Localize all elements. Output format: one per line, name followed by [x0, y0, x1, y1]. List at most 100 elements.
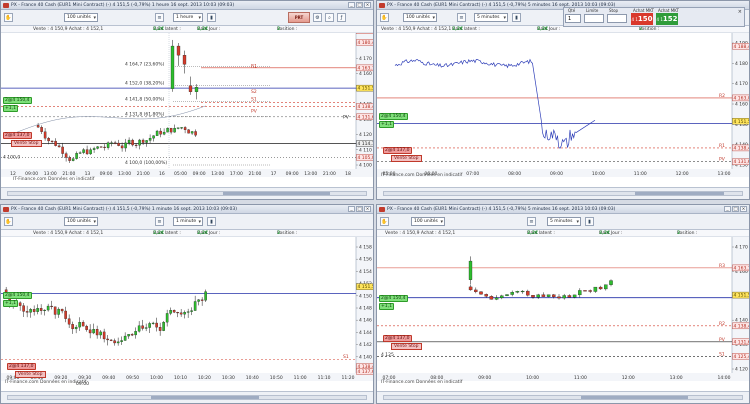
chart-type-icon[interactable]: ▮	[207, 13, 216, 22]
chart-footer	[1, 187, 373, 199]
y-tick-label: 4 142	[359, 342, 372, 348]
pivot-marker: R1	[719, 143, 725, 149]
horizontal-scrollbar[interactable]	[7, 191, 367, 196]
candle	[46, 305, 50, 311]
last-price-tag: 4 151,5	[358, 284, 374, 290]
close-icon[interactable]: ×	[364, 2, 371, 8]
level-tag: 4 163,7	[358, 65, 374, 71]
buy-market-button[interactable]: 4 1152	[656, 13, 678, 25]
plot-area	[377, 237, 732, 373]
horizontal-scrollbar[interactable]	[7, 395, 367, 400]
timeframe-select[interactable]: 5 minutes	[474, 13, 508, 22]
window-title: PX - France 40 Cash (EUR1 Mini Contract)…	[11, 3, 235, 8]
x-tick-label: 18	[345, 171, 351, 177]
x-tick-label: 13:00	[718, 171, 731, 177]
horizontal-scrollbar[interactable]	[383, 191, 743, 196]
chart-type-icon[interactable]: ▮	[512, 13, 521, 22]
candle	[36, 308, 39, 312]
x-tick-label: 11:00	[294, 375, 307, 381]
position-tag[interactable]: 2@4 150,4	[3, 292, 32, 299]
timeframe-select[interactable]: 1 minute	[173, 217, 203, 226]
chart-pane-1m: PX - France 40 Cash (EUR1 Mini Contract)…	[0, 204, 374, 404]
sell-market-button[interactable]: 4 1150	[631, 13, 653, 25]
x-tick-label: 08:00	[508, 171, 521, 177]
stop-order-tag[interactable]: 2@4 137,0	[7, 363, 36, 370]
close-icon[interactable]: ×	[738, 9, 742, 15]
chart-footer	[377, 391, 749, 403]
app-icon	[3, 207, 9, 212]
price-chart[interactable]: 4 1904 1804 1704 1604 1504 1404 13005:00…	[377, 33, 749, 189]
price-chart[interactable]: 4 1584 1564 1544 1524 1504 1484 1464 144…	[1, 237, 373, 393]
chart-type-icon[interactable]: ▮	[585, 217, 594, 226]
candle	[25, 311, 29, 313]
price-chart[interactable]: 4 1704 1604 1504 1404 1304 12007:0008:00…	[377, 237, 749, 393]
timeframe-select[interactable]: 1 heure	[173, 13, 203, 22]
position-tag[interactable]: 2@4 150,4	[379, 113, 408, 120]
candle	[103, 146, 106, 148]
position-tag[interactable]: 2@4 150,4	[3, 97, 32, 104]
horizontal-scrollbar[interactable]	[383, 395, 743, 400]
candle	[484, 294, 488, 297]
settings-icon[interactable]: ⚙	[313, 13, 322, 22]
order-icon[interactable]: ≡	[527, 217, 536, 226]
order-icon[interactable]: ≡	[457, 13, 466, 22]
order-icon[interactable]: ≡	[155, 13, 164, 22]
x-tick-label: 11:00	[574, 375, 587, 381]
candle	[57, 145, 61, 148]
timeframe-select[interactable]: 5 minutes	[547, 217, 581, 226]
candle	[141, 139, 145, 143]
scroll-thumb[interactable]	[580, 396, 689, 399]
stop-order-tag[interactable]: 2@4 137,0	[3, 132, 32, 139]
window-titlebar[interactable]: PX - France 40 Cash (EUR1 Mini Contract)…	[377, 205, 749, 214]
level-tag: 4 131,6	[734, 339, 750, 345]
hand-icon[interactable]: ✋	[4, 13, 13, 22]
candle	[194, 87, 199, 92]
hand-icon[interactable]: ✋	[380, 13, 389, 22]
chart-type-icon[interactable]: ▮	[207, 217, 216, 226]
sell-stop-button[interactable]: Vente Stop	[15, 371, 46, 378]
zoom-icon[interactable]: ⌕	[325, 13, 334, 22]
price-chart[interactable]: 4 1804 1704 1604 1504 1404 1304 1204 110…	[1, 33, 373, 189]
order-icon[interactable]: ≡	[155, 217, 164, 226]
candle	[186, 311, 190, 313]
scroll-thumb[interactable]	[634, 192, 725, 195]
sell-stop-button[interactable]: Vente Stop	[391, 155, 422, 162]
quantity-input[interactable]: 1	[565, 14, 581, 23]
indicator-icon[interactable]: ƒ	[337, 13, 346, 22]
candle	[130, 334, 134, 336]
units-select[interactable]: 100 unités	[403, 13, 437, 22]
scroll-thumb[interactable]	[151, 396, 259, 399]
close-icon[interactable]: ×	[740, 206, 747, 212]
candle	[176, 127, 180, 129]
pivot-marker: PV	[251, 109, 258, 115]
maximize-icon[interactable]: □	[732, 206, 739, 212]
candle	[36, 125, 40, 128]
candle	[109, 339, 113, 341]
qty-label: Qté	[568, 8, 576, 13]
position-tag[interactable]: 2@4 150,4	[379, 295, 408, 302]
sell-stop-button[interactable]: Vente Stop	[391, 343, 422, 350]
hand-icon[interactable]: ✋	[380, 217, 389, 226]
pivot-marker: PV	[343, 115, 350, 121]
stop-input[interactable]	[607, 14, 627, 23]
scroll-thumb[interactable]	[222, 192, 331, 195]
stop-order-tag[interactable]: 2@4 137,0	[383, 335, 412, 342]
minimize-icon[interactable]: _	[348, 2, 355, 8]
minimize-icon[interactable]: _	[724, 206, 731, 212]
units-select[interactable]: 100 unités	[64, 217, 98, 226]
candle	[500, 295, 504, 298]
limit-input[interactable]	[584, 14, 604, 23]
minimize-icon[interactable]: _	[348, 206, 355, 212]
window-titlebar[interactable]: PX - France 40 Cash (EUR1 Mini Contract)…	[1, 1, 373, 10]
stop-order-tag[interactable]: 2@4 137,0	[383, 147, 412, 154]
data-source-watermark: IT-Finance.com Données en indicatif	[13, 177, 95, 182]
sell-stop-button[interactable]: Vente Stop	[11, 140, 42, 147]
maximize-icon[interactable]: □	[356, 2, 363, 8]
hand-icon[interactable]: ✋	[4, 217, 13, 226]
units-select[interactable]: 100 unités	[411, 217, 445, 226]
units-select[interactable]: 100 unités	[64, 13, 98, 22]
candle	[85, 325, 88, 330]
close-icon[interactable]: ×	[364, 206, 371, 212]
window-titlebar[interactable]: PX - France 40 Cash (EUR1 Mini Contract)…	[1, 205, 373, 214]
maximize-icon[interactable]: □	[356, 206, 363, 212]
